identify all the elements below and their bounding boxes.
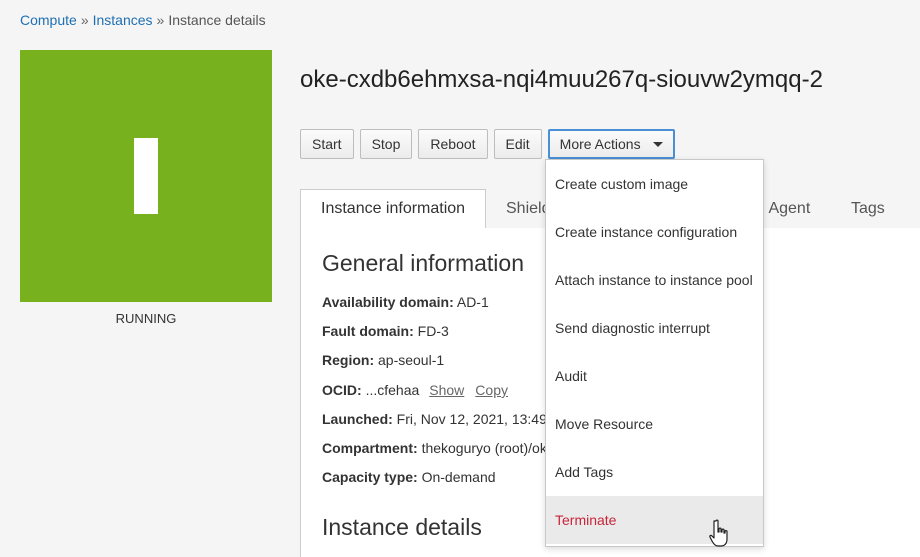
breadcrumb-separator: » (80, 12, 89, 28)
capacity-type-row: Capacity type: On-demand (322, 469, 496, 485)
start-button[interactable]: Start (300, 129, 354, 159)
menu-item-create-instance-configuration[interactable]: Create instance configuration (546, 208, 763, 256)
breadcrumb-separator: » (156, 12, 165, 28)
availability-domain-row: Availability domain: AD-1 (322, 294, 489, 310)
tab-shielded-instance[interactable]: Shield (506, 189, 550, 228)
breadcrumb-instances[interactable]: Instances (93, 12, 153, 28)
instance-status-badge (20, 50, 272, 302)
menu-item-create-custom-image[interactable]: Create custom image (546, 160, 763, 208)
more-actions-label: More Actions (559, 136, 641, 152)
more-actions-button[interactable]: More Actions (547, 129, 675, 159)
ocid-row: OCID: ...cfehaa Show Copy (322, 382, 508, 398)
edit-button[interactable]: Edit (493, 129, 542, 159)
compartment-row: Compartment: thekoguryo (root)/ok (322, 440, 547, 456)
tab-agent[interactable]: d Agent (756, 189, 810, 228)
region-row: Region: ap-seoul-1 (322, 352, 445, 368)
ocid-show-link[interactable]: Show (429, 382, 464, 398)
menu-item-audit[interactable]: Audit (546, 352, 763, 400)
menu-item-attach-to-instance-pool[interactable]: Attach instance to instance pool (546, 256, 763, 304)
instance-state: RUNNING (115, 311, 177, 326)
instance-letter-icon (134, 138, 158, 214)
reboot-button[interactable]: Reboot (418, 129, 488, 159)
hand-pointer-icon (709, 519, 728, 547)
breadcrumb-current: Instance details (168, 12, 266, 28)
menu-item-send-diagnostic-interrupt[interactable]: Send diagnostic interrupt (546, 304, 763, 352)
action-toolbar: Start Stop Reboot Edit More Actions (300, 129, 675, 159)
ocid-copy-link[interactable]: Copy (475, 382, 508, 398)
caret-down-icon (652, 141, 663, 147)
menu-item-move-resource[interactable]: Move Resource (546, 400, 763, 448)
fault-domain-row: Fault domain: FD-3 (322, 323, 449, 339)
breadcrumb-compute[interactable]: Compute (20, 12, 77, 28)
breadcrumb: Compute» Instances» Instance details (20, 12, 266, 28)
tab-instance-information[interactable]: Instance information (300, 189, 487, 229)
menu-item-add-tags[interactable]: Add Tags (546, 448, 763, 496)
page-title: oke-cxdb6ehmxsa-nqi4muu267q-siouvw2ymqq-… (300, 66, 823, 93)
more-actions-menu: Create custom image Create instance conf… (545, 159, 764, 547)
tab-tags[interactable]: Tags (851, 189, 885, 228)
general-information-heading: General information (322, 250, 524, 276)
launched-row: Launched: Fri, Nov 12, 2021, 13:49 (322, 411, 547, 427)
instance-details-heading: Instance details (322, 514, 482, 540)
stop-button[interactable]: Stop (359, 129, 413, 159)
